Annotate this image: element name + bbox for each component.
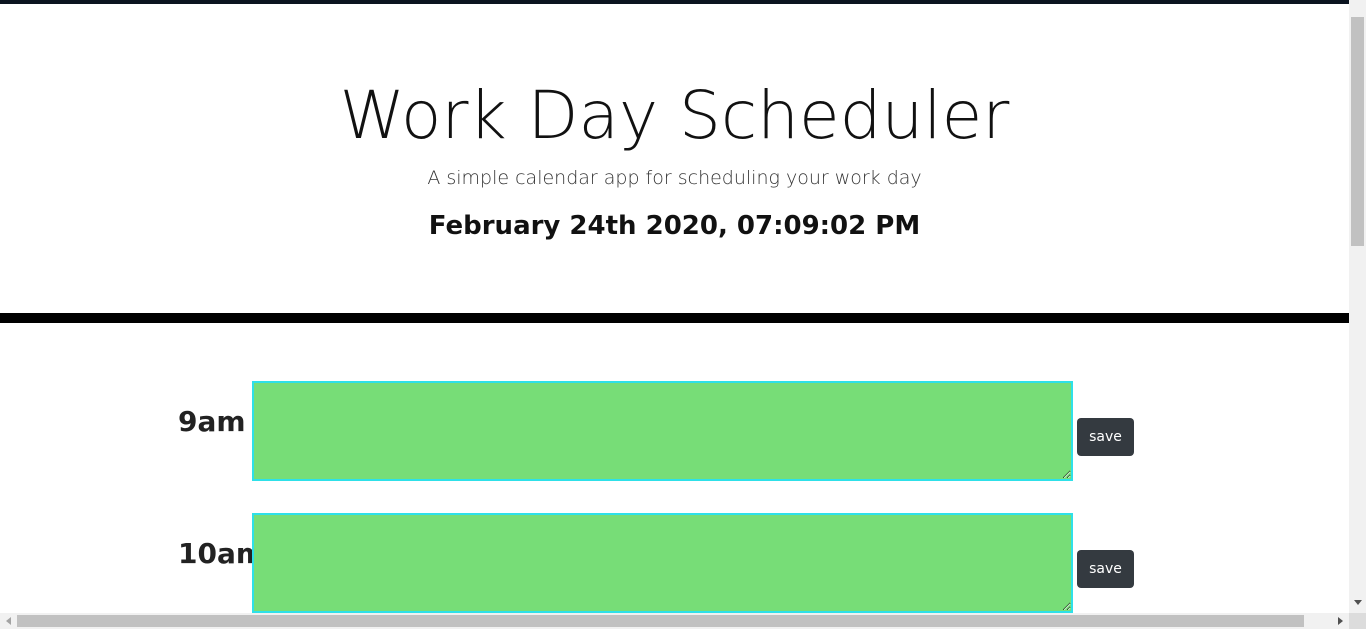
hour-label: 9am	[178, 405, 246, 438]
header-divider	[0, 313, 1349, 323]
jumbotron-header: Work Day Scheduler A simple calendar app…	[0, 4, 1349, 313]
description-textarea[interactable]	[252, 381, 1073, 481]
description-textarea[interactable]	[252, 513, 1073, 613]
horizontal-scrollbar-thumb[interactable]	[17, 615, 1304, 627]
time-block-9am: 9am save	[0, 381, 1349, 481]
save-button[interactable]: save	[1077, 550, 1134, 588]
vertical-scrollbar-thumb[interactable]	[1351, 17, 1364, 246]
horizontal-scrollbar[interactable]	[0, 613, 1349, 629]
page-subtitle: A simple calendar app for scheduling you…	[427, 167, 922, 189]
time-block-10am: 10am save	[0, 513, 1349, 613]
scrollbar-corner	[1349, 613, 1366, 629]
scroll-left-arrow-icon[interactable]	[6, 617, 11, 625]
scroll-right-arrow-icon[interactable]	[1338, 617, 1343, 625]
scroll-down-arrow-icon[interactable]	[1354, 600, 1362, 605]
current-date: February 24th 2020, 07:09:02 PM	[428, 211, 921, 241]
page-title: Work Day Scheduler	[339, 77, 1010, 154]
page-content: Work Day Scheduler A simple calendar app…	[0, 4, 1349, 613]
browser-viewport: Work Day Scheduler A simple calendar app…	[0, 0, 1366, 629]
save-button[interactable]: save	[1077, 418, 1134, 456]
vertical-scrollbar[interactable]	[1349, 0, 1366, 613]
